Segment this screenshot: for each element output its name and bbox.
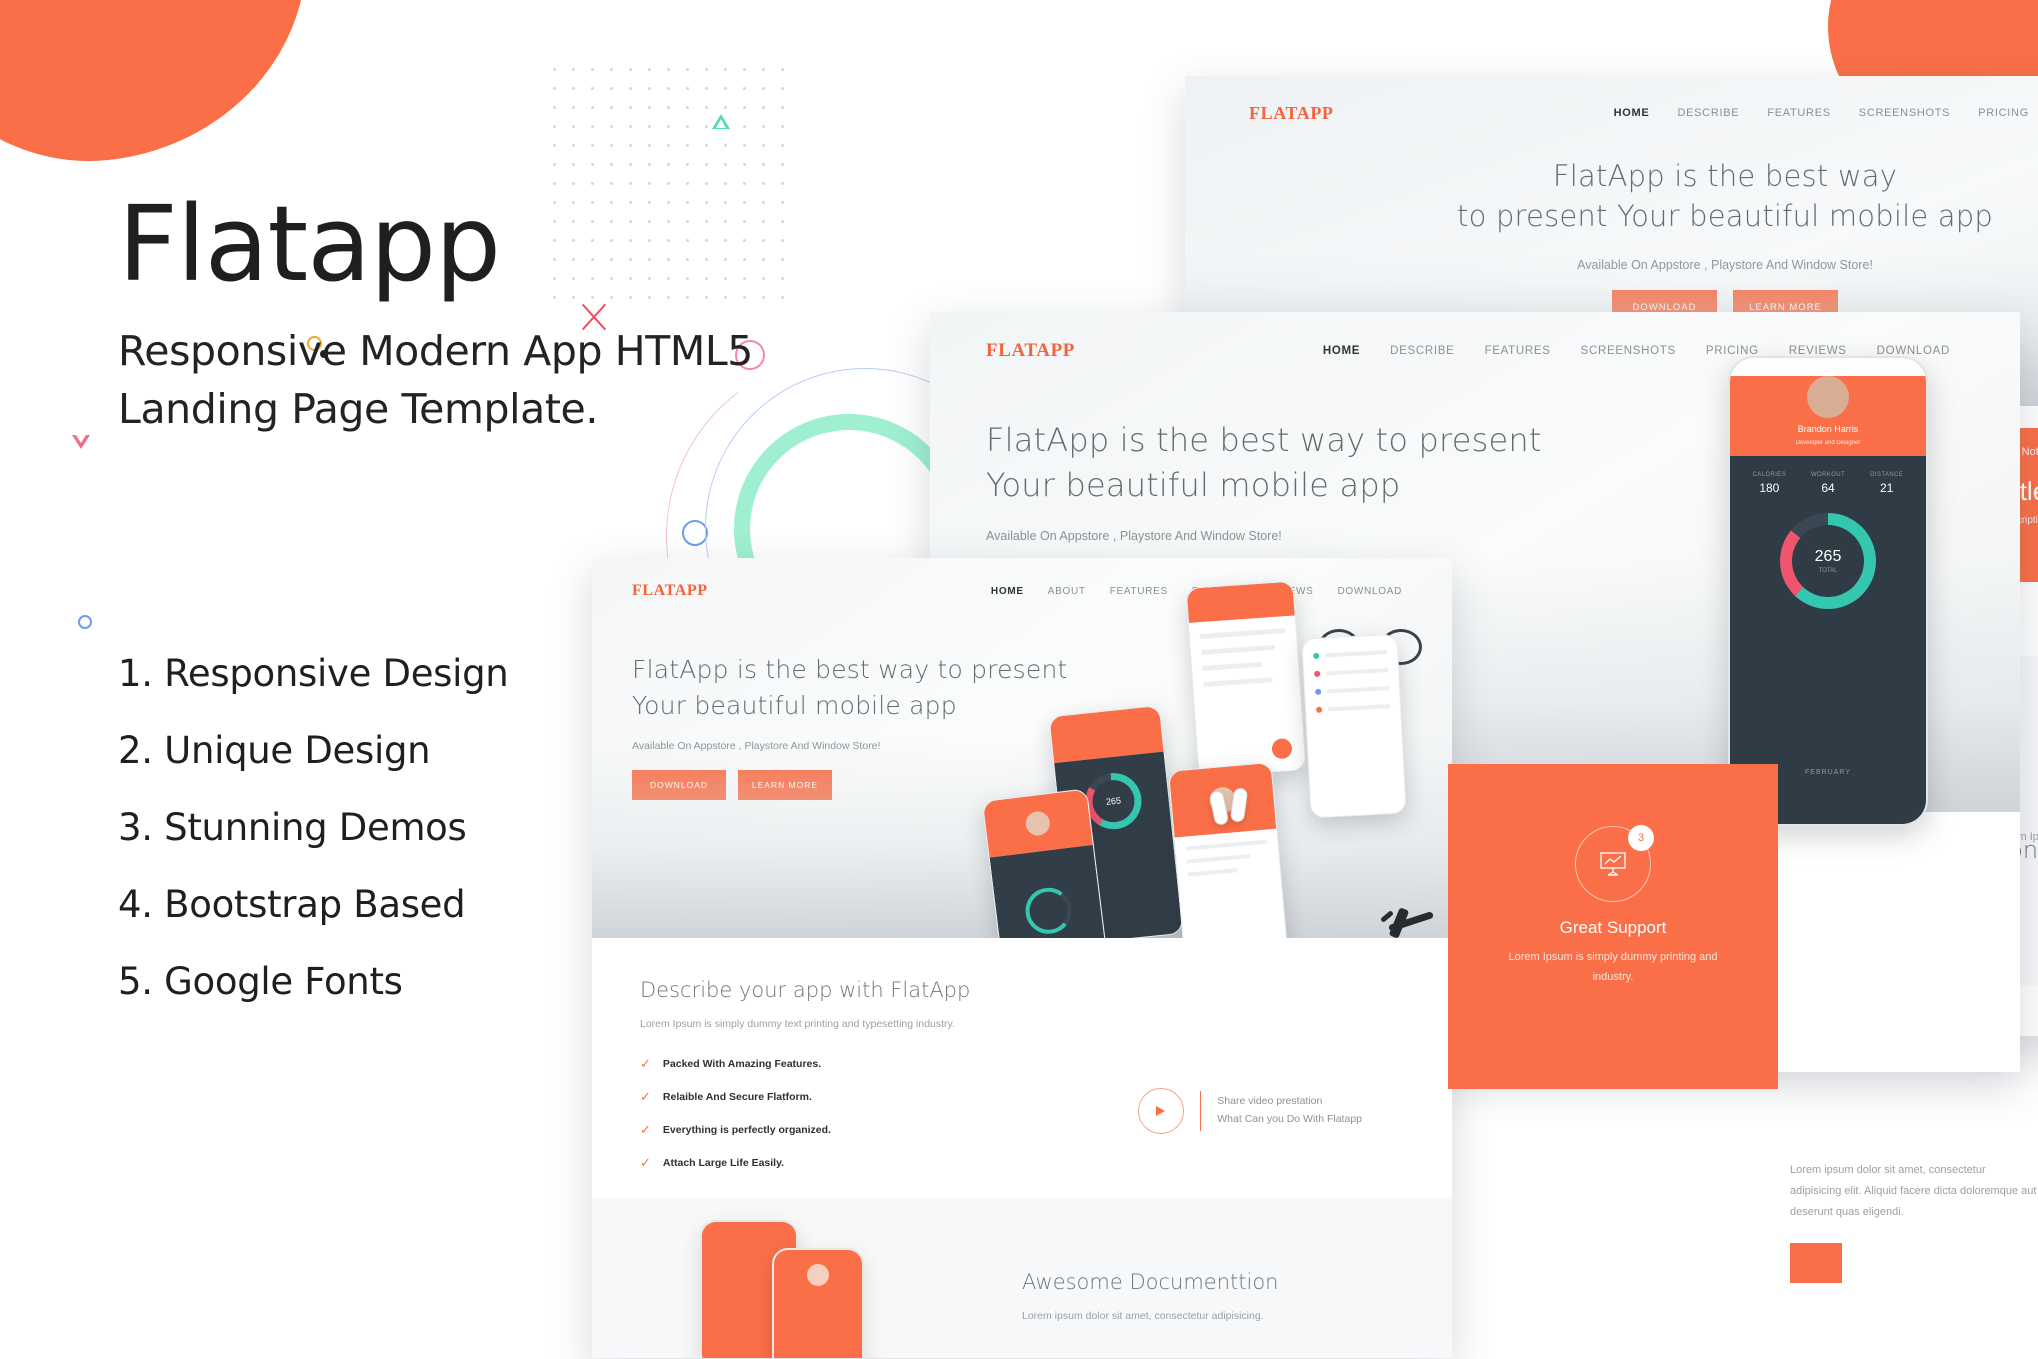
phone-stat: WORKOUT 64 [1799, 472, 1858, 495]
nav-item-describe[interactable]: DESCRIBE [1390, 345, 1454, 357]
mockup-back-header: FLATAPP HOME DESCRIBE FEATURES SCREENSHO… [1185, 76, 2038, 132]
documentation-cta-button[interactable] [1790, 1242, 1842, 1283]
chart-presentation-icon: 3 [1575, 825, 1654, 902]
check-icon: ✓ [640, 1155, 651, 1170]
hero-subtitle-line-2: Landing Page Template. [118, 385, 599, 434]
nav-item-home[interactable]: HOME [1323, 345, 1360, 357]
mockup-back-nav: HOME DESCRIBE FEATURES SCREENSHOTS PRICI… [1614, 107, 2038, 119]
phone-stat-value: 21 [1880, 481, 1894, 495]
feature-list: 1. Responsive Design 2. Unique Design 3.… [118, 652, 509, 1040]
phone-user-subtitle: Developer and Designer [1795, 440, 1861, 446]
nav-item-describe[interactable]: DESCRIBE [1677, 107, 1739, 119]
nav-item-features[interactable]: FEATURES [1767, 107, 1830, 119]
brand-logo[interactable]: FLATAPP [986, 340, 1075, 362]
describe-heading: Describe your app with FlatApp [640, 978, 971, 1002]
checklist-label: Packed With Amazing Features. [662, 1058, 822, 1070]
phone-user-name: Brandon Harris [1797, 424, 1859, 434]
donut-value: 265 [1814, 548, 1842, 565]
list-item: ✓ Attach Large Life Easily. [640, 1155, 1404, 1171]
orange-highlight-panel: 3 Great Support Lorem Ipsum is simply du… [1448, 764, 1778, 1089]
documentation-para-2: Lorem ipsum dolor sit amet, consectetur … [1790, 1164, 2037, 1218]
nav-item-screenshots[interactable]: SCREENSHOTS [1581, 345, 1676, 357]
nav-item-screenshots[interactable]: SCREENSHOTS [1859, 107, 1950, 119]
divider [1199, 1091, 1202, 1131]
phone-in-hand-mockup: Brandon Harris Developer and Designer CA… [1676, 356, 1928, 926]
documentation-footer-section: Lorem ipsum dolor sit amet, consectetur … [1790, 1160, 2038, 1283]
phone-stats-row: CALORIES 180 WORKOUT 64 DISTANCE 21 [1730, 456, 1926, 495]
hero-copy: Flatapp Responsive Modern App HTML5 Land… [118, 192, 878, 438]
list-item: 4. Bootstrap Based [118, 883, 466, 926]
hero-heading-line-2: to present Your beautiful mobile app [1457, 199, 1993, 234]
nav-item-pricing[interactable]: PRICING [1978, 107, 2029, 119]
video-promo[interactable]: Share video prestation What Can you Do W… [1137, 1088, 1362, 1134]
hero-subtitle: Responsive Modern App HTML5 Landing Page… [118, 322, 878, 438]
phone-stat-label: DISTANCE [1870, 472, 1904, 478]
list-item: ✓ Packed With Amazing Features. [640, 1056, 1404, 1072]
play-icon[interactable] [1137, 1088, 1184, 1134]
video-promo-text: Share video prestation What Can you Do W… [1217, 1093, 1362, 1129]
awesome-documentation-section: Awesome Documenttion Lorem ipsum dolor s… [1022, 1270, 1278, 1322]
poster-stage: Flatapp Responsive Modern App HTML5 Land… [0, 0, 2038, 1359]
donut-value: 265 [1090, 778, 1137, 825]
list-item: 5. Google Fonts [118, 960, 403, 1003]
video-promo-line-1: Share video prestation [1217, 1095, 1323, 1108]
triangle-pink-icon [72, 435, 90, 449]
phone-stat: DISTANCE 21 [1857, 472, 1916, 495]
phone-stat-label: WORKOUT [1810, 472, 1846, 478]
support-card-overlay: 3 Great Support Lorem Ipsum is simply du… [1488, 825, 1738, 988]
brand-logo[interactable]: FLATAPP [632, 582, 708, 600]
donut-chart: 265 TOTAL [1780, 513, 1876, 609]
video-promo-line-2: What Can you Do With Flatapp [1217, 1113, 1362, 1125]
hero-heading-line-1: FlatApp is the best way [1552, 159, 1898, 193]
donut-center: 265 TOTAL [1792, 525, 1864, 597]
nav-item-download[interactable]: DOWNLOAD [1338, 586, 1403, 597]
phone-device-menu [1301, 633, 1407, 819]
earbuds-icon [1208, 787, 1264, 828]
mockup-front-hero: FLATAPP HOME ABOUT FEATURES PRICING REVI… [592, 558, 1452, 976]
nav-item-features[interactable]: FEATURES [1110, 586, 1168, 597]
status-badge: 3 [1628, 825, 1654, 851]
hero-subtitle-line-1: Responsive Modern App HTML5 [118, 327, 753, 375]
page-title: Flatapp [118, 183, 501, 305]
phone-device: Brandon Harris Developer and Designer CA… [1728, 356, 1928, 826]
brand-logo[interactable]: FLATAPP [1249, 103, 1334, 124]
describe-section: Describe your app with FlatApp Lorem Ips… [592, 938, 1452, 1198]
ring-blue-small-icon [78, 615, 92, 629]
list-item: 2. Unique Design [118, 729, 431, 772]
orange-blob-top-left [0, 0, 327, 182]
check-icon: ✓ [640, 1122, 651, 1137]
checklist-label: Relaible And Secure Flatform. [662, 1091, 812, 1103]
phone-device-orange-2 [772, 1248, 864, 1358]
describe-paragraph: Lorem Ipsum is simply dummy text printin… [640, 1018, 955, 1030]
phone-device-list [1185, 580, 1307, 778]
avatar [1807, 376, 1849, 418]
support-card-title: Great Support [1559, 918, 1667, 937]
phone-stat: CALORIES 180 [1740, 472, 1799, 495]
nav-item-home[interactable]: HOME [1614, 107, 1650, 119]
list-item: 3. Stunning Demos [118, 806, 467, 849]
support-card-text: Lorem Ipsum is simply dummy printing and… [1508, 951, 1718, 983]
mockup-front-browser: FLATAPP HOME ABOUT FEATURES PRICING REVI… [592, 558, 1452, 1358]
awesome-heading: Awesome Documenttion [1022, 1270, 1279, 1294]
bottom-showcase-band: Awesome Documenttion Lorem ipsum dolor s… [592, 1198, 1452, 1358]
phone-stat-value: 64 [1821, 481, 1835, 495]
triangle-green-icon [712, 114, 730, 129]
check-icon: ✓ [640, 1089, 651, 1104]
phone-stat-value: 180 [1759, 481, 1780, 495]
nav-item-features[interactable]: FEATURES [1485, 345, 1551, 357]
phone-stat-label: CALORIES [1752, 472, 1787, 478]
donut-label: TOTAL [1818, 568, 1838, 574]
nav-item-home[interactable]: HOME [991, 586, 1024, 597]
check-icon: ✓ [640, 1056, 651, 1071]
list-item: 1. Responsive Design [118, 652, 509, 695]
device-flatlay: 265 [981, 580, 1452, 976]
checklist-label: Everything is perfectly organized. [662, 1124, 831, 1136]
awesome-paragraph: Lorem ipsum dolor sit amet, consectetur … [1022, 1310, 1264, 1322]
nav-item-about[interactable]: ABOUT [1048, 586, 1086, 597]
toy-plane-icon [1378, 902, 1434, 942]
checklist-label: Attach Large Life Easily. [662, 1157, 785, 1169]
